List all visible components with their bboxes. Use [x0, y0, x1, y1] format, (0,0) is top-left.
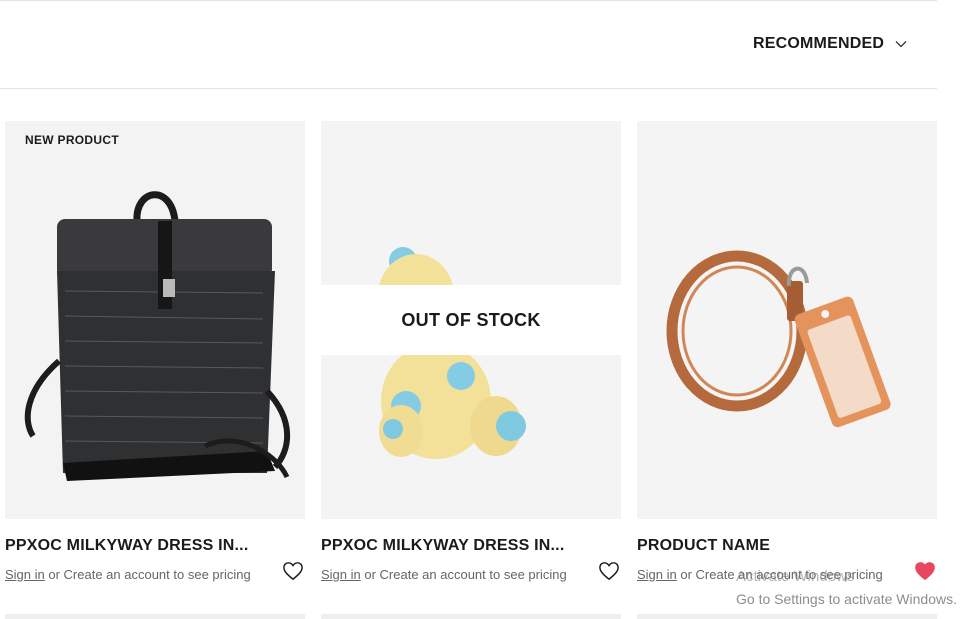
- chevron-down-icon: [895, 41, 907, 48]
- product-image[interactable]: [637, 121, 937, 519]
- watermark-subtitle: Go to Settings to activate Windows.: [736, 591, 957, 607]
- new-product-badge: NEW PRODUCT: [25, 133, 119, 147]
- next-row-card-edge: [637, 614, 937, 619]
- backpack-image: [5, 121, 305, 519]
- product-image[interactable]: NEW PRODUCT: [5, 121, 305, 519]
- sign-in-link[interactable]: Sign in: [5, 567, 45, 582]
- pricing-note: Sign in or Create an account to see pric…: [5, 567, 251, 582]
- heart-icon[interactable]: [282, 561, 304, 581]
- product-name[interactable]: PPXOC MILKYWAY DRESS IN...: [321, 537, 564, 555]
- product-card[interactable]: NEW PRODUCT PPXOC MILKYWAY DRESS IN... S…: [5, 121, 305, 582]
- pricing-text: or Create an account to see pricing: [676, 567, 883, 582]
- next-row-card-edge: [321, 614, 621, 619]
- sort-dropdown[interactable]: RECOMMENDED: [753, 35, 908, 53]
- product-name[interactable]: PPXOC MILKYWAY DRESS IN...: [5, 537, 248, 555]
- pricing-note: Sign in or Create an account to see pric…: [321, 567, 567, 582]
- pricing-text: or Create an account to see pricing: [44, 567, 251, 582]
- sort-label: RECOMMENDED: [753, 35, 885, 52]
- heart-filled-icon[interactable]: [914, 561, 936, 581]
- pricing-text: or Create an account to see pricing: [360, 567, 567, 582]
- product-image[interactable]: OUT OF STOCK: [321, 121, 621, 519]
- sign-in-link[interactable]: Sign in: [637, 567, 677, 582]
- product-card[interactable]: PRODUCT NAME Sign in or Create an accoun…: [637, 121, 937, 582]
- heart-icon[interactable]: [598, 561, 620, 581]
- lanyard-image: [637, 121, 937, 519]
- next-row-card-edge: [5, 614, 305, 619]
- product-card[interactable]: OUT OF STOCK PPXOC MILKYWAY DRESS IN... …: [321, 121, 621, 582]
- out-of-stock-overlay: OUT OF STOCK: [321, 285, 621, 355]
- sort-bar: RECOMMENDED: [0, 1, 937, 89]
- pricing-note: Sign in or Create an account to see pric…: [637, 567, 883, 582]
- sign-in-link[interactable]: Sign in: [321, 567, 361, 582]
- product-name[interactable]: PRODUCT NAME: [637, 537, 770, 555]
